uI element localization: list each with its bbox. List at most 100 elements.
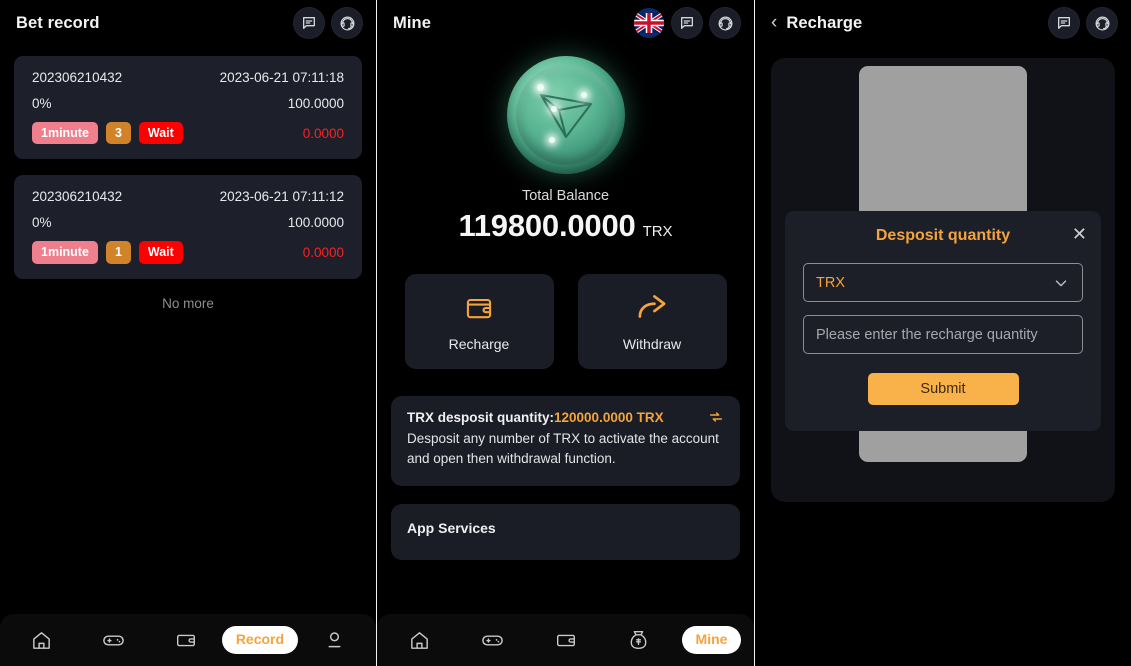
header-icon-group [634, 8, 740, 38]
record-row-top: 202306210432 2023-06-21 07:11:12 [32, 189, 344, 204]
record-result: 0.0000 [302, 125, 344, 141]
currency-select-value: TRX [816, 274, 845, 291]
table-row[interactable]: 202306210432 2023-06-21 07:11:18 0% 100.… [14, 56, 362, 160]
sparkle-decor [536, 84, 544, 91]
balance-label: Total Balance [521, 188, 610, 204]
wallet-icon [176, 634, 195, 647]
chevron-left-icon[interactable]: ‹ [771, 13, 777, 32]
record-time: 2023-06-21 07:11:18 [219, 70, 344, 85]
deposit-quantity-dialog: Desposit quantity ✕ TRX Please enter the… [785, 211, 1101, 431]
support-headset-icon[interactable] [1087, 8, 1117, 38]
notice-amount: 120000.0000 TRX [554, 409, 664, 425]
tab-home[interactable] [383, 614, 456, 666]
tab-finance[interactable] [602, 614, 675, 666]
wallet-icon [466, 298, 492, 318]
panel-bet-record: Bet record 202306210432 2023-06-21 07:11… [0, 0, 376, 666]
gamepad-icon [103, 634, 125, 646]
sparkle-decor [580, 92, 587, 98]
refresh-icon[interactable] [708, 409, 724, 425]
header-icon-group [294, 8, 362, 38]
record-percent: 0% [32, 96, 52, 111]
deposit-notice-card: TRX desposit quantity: 120000.0000 TRX D… [391, 396, 740, 486]
gamepad-icon [482, 634, 503, 646]
withdraw-label: Withdraw [622, 335, 682, 352]
notice-head: TRX desposit quantity: 120000.0000 TRX [407, 409, 724, 425]
tab-wallet[interactable] [529, 614, 602, 666]
chat-icon[interactable] [672, 8, 702, 38]
home-icon [411, 631, 428, 649]
bottom-navigation-bar: Mine [377, 614, 754, 666]
tab-home[interactable] [6, 614, 78, 666]
panel-recharge: ‹ Recharge Desposit quantity ✕ TRX Pleas… [755, 0, 1131, 666]
share-arrow-icon [638, 294, 666, 318]
status-badge-period: 1minute [32, 241, 98, 264]
three-panel-stage: Bet record 202306210432 2023-06-21 07:11… [0, 0, 1131, 666]
submit-button[interactable]: Submit [867, 373, 1019, 405]
tron-coin-wrap [377, 56, 754, 174]
sparkle-decor [550, 106, 557, 112]
tab-game[interactable] [78, 614, 150, 666]
status-badge-number: 3 [105, 122, 131, 145]
home-icon [33, 631, 51, 649]
bottom-navigation-bar: Record [0, 614, 376, 666]
tron-coin-icon [506, 56, 625, 174]
uk-flag-icon[interactable] [634, 8, 664, 38]
submit-row: Submit [803, 373, 1083, 405]
notice-title: TRX desposit quantity: [407, 409, 555, 425]
chat-icon[interactable] [294, 8, 324, 38]
app-services-card: App Services [391, 503, 740, 560]
recharge-header: ‹ Recharge [755, 0, 1131, 46]
tab-game[interactable] [456, 614, 529, 666]
page-title: Mine [393, 13, 431, 32]
record-result: 0.0000 [302, 245, 344, 261]
balance-unit: TRX [642, 223, 673, 240]
list-end-label: No more [162, 295, 214, 311]
chat-icon[interactable] [1049, 8, 1079, 38]
status-badge-number: 1 [105, 241, 131, 264]
currency-select[interactable]: TRX [803, 263, 1083, 302]
money-bag-icon [630, 631, 647, 649]
record-id: 202306210432 [32, 189, 123, 205]
page-title: Recharge [786, 13, 863, 32]
dialog-title: Desposit quantity [875, 227, 1011, 244]
tab-wallet[interactable] [150, 614, 222, 666]
record-amount: 100.0000 [287, 215, 344, 231]
withdraw-button[interactable]: Withdraw [577, 274, 727, 369]
balance-row: 119800.0000 TRX [377, 208, 754, 244]
recharge-quantity-placeholder: Please enter the recharge quantity [816, 326, 1038, 343]
record-amount: 100.0000 [287, 96, 344, 111]
chevron-down-icon [1052, 274, 1070, 292]
tab-mine[interactable]: Mine [675, 614, 748, 666]
tab-record[interactable]: Record [221, 614, 299, 666]
recharge-quantity-input[interactable]: Please enter the recharge quantity [803, 315, 1083, 354]
balance-value: 119800.0000 [458, 208, 636, 243]
record-row-bottom: 1minute 3 Wait 0.0000 [32, 122, 344, 145]
recharge-button[interactable]: Recharge [404, 274, 554, 369]
recharge-label: Recharge [448, 335, 510, 352]
record-tag-group: 1minute 3 Wait [32, 122, 183, 145]
app-services-title: App Services [407, 519, 496, 536]
close-icon[interactable]: ✕ [1072, 225, 1087, 243]
table-row[interactable]: 202306210432 2023-06-21 07:11:12 0% 100.… [14, 175, 362, 279]
sidebar-item-label: Record [221, 626, 299, 654]
record-percent: 0% [32, 215, 52, 231]
record-row-top: 202306210432 2023-06-21 07:11:18 [32, 70, 344, 85]
record-tag-group: 1minute 1 Wait [32, 241, 183, 264]
mine-header: Mine [377, 0, 754, 46]
tab-user[interactable] [298, 614, 370, 666]
notice-body: Desposit any number of TRX to activate t… [407, 431, 719, 467]
record-row-mid: 0% 100.0000 [32, 215, 344, 230]
panel-mine: Mine Total Balance 119800.0000 TRX Recha… [377, 0, 754, 666]
status-badge-state: Wait [138, 122, 183, 145]
sparkle-decor [548, 137, 555, 143]
status-badge-period: 1minute [32, 122, 98, 145]
record-row-bottom: 1minute 1 Wait 0.0000 [32, 241, 344, 264]
record-id: 202306210432 [32, 70, 123, 85]
status-badge-state: Wait [138, 241, 183, 264]
support-headset-icon[interactable] [710, 8, 740, 38]
page-title: Bet record [16, 13, 100, 32]
support-headset-icon[interactable] [332, 8, 362, 38]
bet-record-list: 202306210432 2023-06-21 07:11:18 0% 100.… [0, 46, 376, 311]
sidebar-item-label: Mine [681, 626, 742, 654]
user-icon [328, 631, 341, 647]
